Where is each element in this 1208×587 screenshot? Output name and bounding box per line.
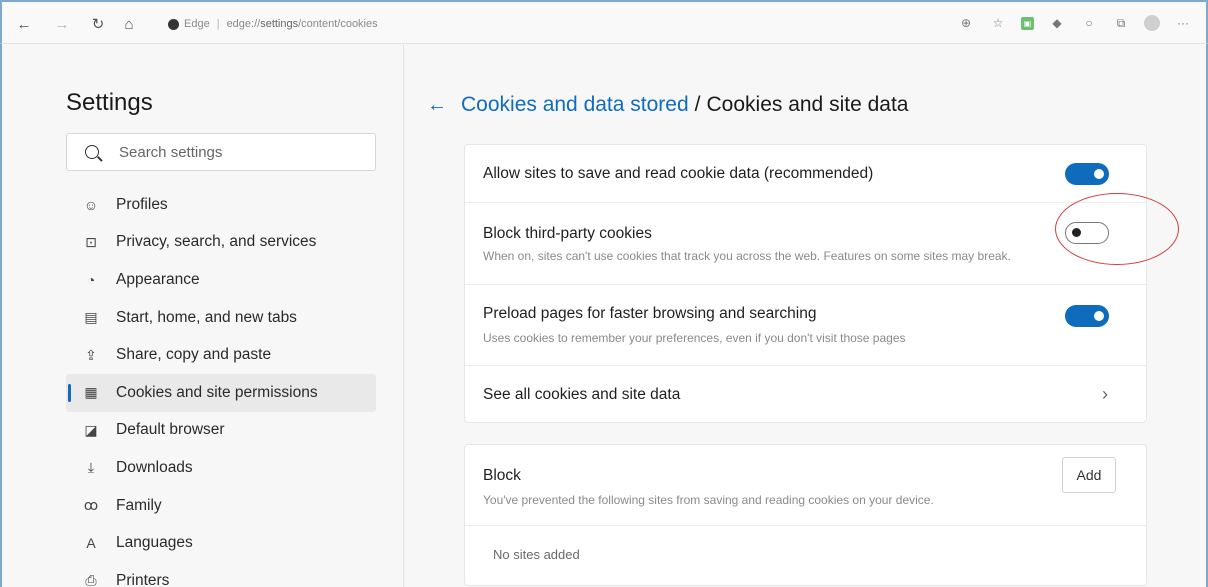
sidebar-item-share-copy-and-paste[interactable]: ⇪ Share, copy and paste — [66, 336, 376, 374]
collections-icon[interactable]: ⧉ — [1112, 14, 1130, 32]
edge-logo-icon — [168, 18, 179, 30]
main-content: ← Cookies and data stored / Cookies and … — [405, 45, 1206, 587]
sidebar-item-label: Downloads — [116, 458, 193, 476]
sidebar-item-start-home-and-new-tabs[interactable]: ▤ Start, home, and new tabs — [66, 299, 376, 337]
languages-icon: A — [86, 535, 96, 552]
sidebar-item-label: Share, copy and paste — [116, 346, 272, 364]
appearance-icon: ◔ — [86, 271, 96, 288]
annotation-circle — [1055, 193, 1179, 265]
page-title: Settings — [66, 89, 153, 116]
allow-cookies-toggle[interactable] — [1065, 163, 1109, 185]
refresh-icon[interactable]: ↻ — [88, 14, 108, 34]
avatar[interactable] — [1144, 15, 1160, 31]
breadcrumb: ← Cookies and data stored / Cookies and … — [427, 93, 908, 117]
sidebar-item-label: Languages — [116, 534, 193, 552]
setting-title: Block third-party cookies — [483, 225, 652, 242]
download-icon: ⤓ — [87, 459, 95, 476]
preload-pages-toggle[interactable] — [1065, 305, 1109, 327]
more-menu-icon[interactable]: ··· — [1174, 14, 1192, 32]
extension-2-icon[interactable]: ◆ — [1048, 14, 1066, 32]
settings-nav: ☺ Profiles ⊡ Privacy, search, and services ◔… — [66, 186, 376, 587]
sidebar-item-label: Privacy, search, and services — [116, 233, 317, 251]
sidebar-item-printers[interactable]: ⎙ Printers — [66, 562, 376, 587]
browser-brand: Edge — [184, 18, 210, 30]
search-input[interactable] — [119, 143, 359, 161]
setting-preload-pages: Preload pages for faster browsing and se… — [465, 285, 1146, 366]
profile-icon: ☺ — [83, 196, 99, 213]
default-browser-icon: ◪ — [84, 421, 98, 438]
back-arrow-icon[interactable]: ← — [14, 14, 34, 34]
setting-block-third-party: Block third-party cookies When on, sites… — [465, 203, 1146, 285]
cookies-icon: ▦ — [84, 384, 98, 401]
sidebar-item-appearance[interactable]: ◔ Appearance — [66, 261, 376, 299]
search-box[interactable] — [66, 133, 376, 171]
setting-description: When on, sites can't use cookies that tr… — [483, 249, 1011, 263]
empty-list-text: No sites added — [493, 547, 580, 562]
block-section-description: You've prevented the following sites fro… — [483, 493, 934, 507]
extension-icon[interactable]: ▣ — [1021, 16, 1034, 30]
sidebar-item-label: Start, home, and new tabs — [116, 308, 297, 326]
sidebar-item-downloads[interactable]: ⤓ Downloads — [66, 449, 376, 487]
sidebar-item-privacy-search-and-services[interactable]: ⊡ Privacy, search, and services — [66, 224, 376, 262]
breadcrumb-separator: / — [694, 93, 701, 116]
extension-3-icon[interactable]: ○ — [1080, 14, 1098, 32]
add-blocked-site-button[interactable]: Add — [1062, 457, 1116, 493]
block-section-title: Block — [483, 467, 521, 484]
browser-toolbar: ← → ↻ ⌂ Edge | edge://settings/content/c… — [0, 0, 1208, 44]
lock-icon: ⊡ — [85, 233, 97, 250]
favorite-add-icon[interactable]: ☆ — [989, 14, 1007, 32]
search-icon — [85, 145, 99, 159]
sidebar-item-label: Profiles — [116, 195, 168, 213]
home-icon[interactable]: ⌂ — [119, 14, 139, 34]
sidebar-item-profiles[interactable]: ☺ Profiles — [66, 186, 376, 224]
setting-description: Uses cookies to remember your preference… — [483, 331, 906, 345]
forward-arrow-icon[interactable]: → — [52, 14, 72, 34]
chevron-right-icon: › — [1102, 384, 1108, 404]
see-all-cookies-row[interactable]: See all cookies and site data › — [465, 366, 1146, 424]
family-icon: ꝏ — [83, 497, 99, 514]
address-bar[interactable]: Edge | edge://settings/content/cookies — [168, 14, 378, 34]
toolbar-extensions: ⊕ ☆ ▣ ◆ ○ ⧉ ··· — [957, 14, 1192, 32]
sidebar-item-label: Family — [116, 496, 162, 514]
sidebar-item-cookies-and-site-permissions[interactable]: ▦ Cookies and site permissions — [66, 373, 376, 412]
sidebar-item-label: Default browser — [116, 421, 225, 439]
sidebar-item-languages[interactable]: A Languages — [66, 524, 376, 562]
zoom-icon[interactable]: ⊕ — [957, 14, 975, 32]
breadcrumb-current: Cookies and site data — [706, 93, 909, 116]
setting-title: Preload pages for faster browsing and se… — [483, 305, 817, 322]
settings-sidebar: Settings ☺ Profiles ⊡ Privacy, search, and … — [2, 45, 404, 587]
sidebar-item-label: Printers — [116, 571, 170, 587]
back-arrow-icon[interactable]: ← — [427, 94, 447, 117]
block-sites-card: Block You've prevented the following sit… — [464, 444, 1147, 586]
share-icon: ⇪ — [85, 346, 97, 363]
breadcrumb-parent-link[interactable]: Cookies and data stored — [461, 93, 689, 117]
start-tab-icon: ▤ — [84, 309, 98, 326]
sidebar-item-family[interactable]: ꝏ Family — [66, 487, 376, 525]
setting-allow-cookies: Allow sites to save and read cookie data… — [465, 145, 1146, 203]
sidebar-item-default-browser[interactable]: ◪ Default browser — [66, 412, 376, 450]
setting-title: Allow sites to save and read cookie data… — [483, 165, 874, 182]
printer-icon: ⎙ — [85, 572, 97, 587]
sidebar-item-label: Appearance — [116, 270, 200, 288]
see-all-cookies-link[interactable]: See all cookies and site data — [483, 386, 680, 404]
url-text: edge://settings/content/cookies — [226, 18, 378, 30]
sidebar-item-label: Cookies and site permissions — [116, 383, 318, 401]
cookie-settings-card: Allow sites to save and read cookie data… — [464, 144, 1147, 423]
